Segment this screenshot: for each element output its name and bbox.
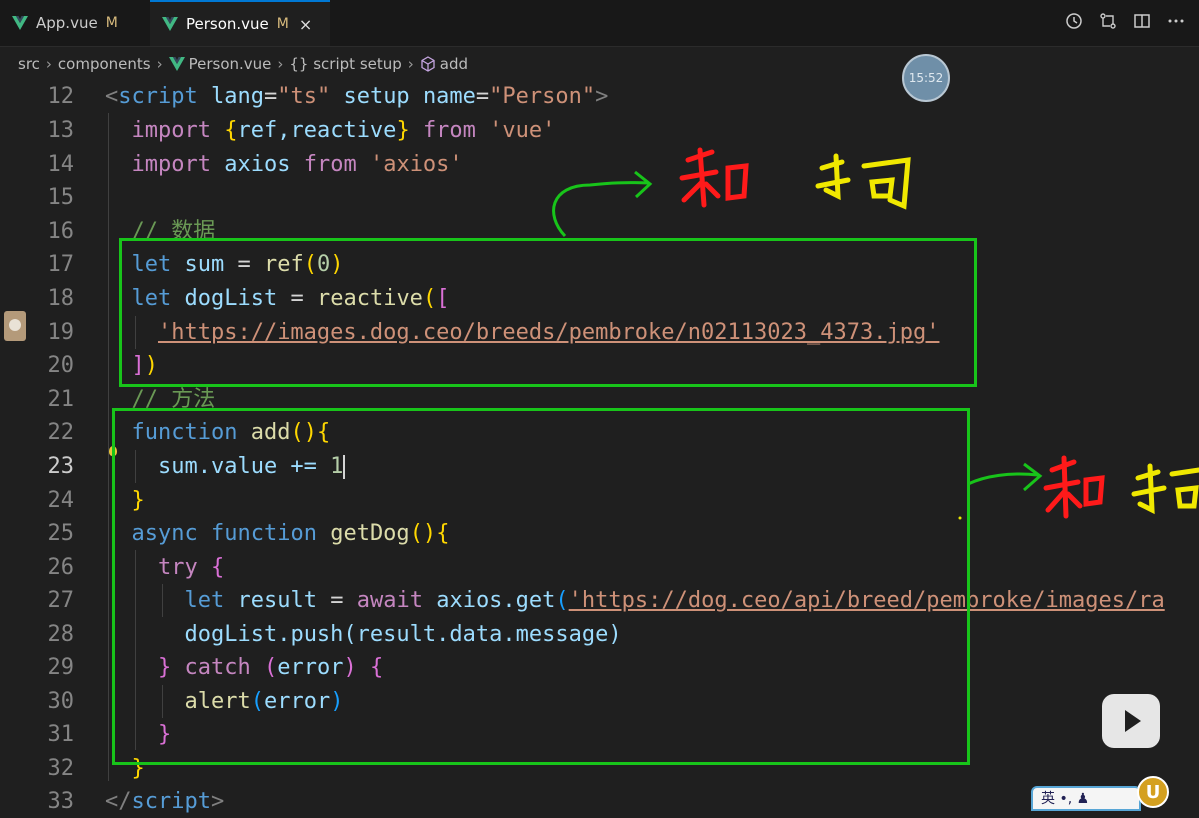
breadcrumb-item[interactable]: add bbox=[440, 55, 468, 73]
line-number: 20 bbox=[47, 353, 75, 378]
vue-file-icon bbox=[162, 17, 178, 31]
tab-label: Person.vue bbox=[186, 15, 269, 33]
chevron-right-icon: › bbox=[277, 54, 284, 73]
line-number: 26 bbox=[47, 555, 75, 580]
code-token: from bbox=[303, 152, 357, 177]
code-token: import bbox=[131, 118, 211, 143]
split-editor-icon[interactable] bbox=[1133, 12, 1151, 30]
code-token: ref,reactive bbox=[237, 118, 397, 143]
chevron-right-icon: › bbox=[407, 54, 414, 73]
line-number: 29 bbox=[47, 655, 75, 680]
code-line: 15 bbox=[0, 181, 1199, 214]
code-line: 13 import {ref,reactive} from 'vue' bbox=[0, 114, 1199, 147]
line-number: 13 bbox=[47, 118, 75, 143]
code-line: 12 <script lang="ts" setup name="Person"> bbox=[0, 80, 1199, 113]
line-number: 18 bbox=[47, 286, 75, 311]
code-token: import bbox=[131, 152, 211, 177]
line-number: 15 bbox=[47, 185, 75, 210]
tab-bar: App.vue M Person.vue M × bbox=[0, 0, 1199, 47]
method-cube-icon bbox=[421, 55, 435, 72]
code-token: 'vue' bbox=[489, 118, 556, 143]
line-number: 19 bbox=[47, 320, 75, 345]
code-token: "Person" bbox=[489, 84, 596, 109]
breadcrumb-item[interactable]: src bbox=[18, 55, 40, 73]
line-number: 33 bbox=[47, 789, 75, 814]
author-avatar bbox=[4, 311, 26, 341]
uploader-badge: U bbox=[1137, 776, 1169, 808]
line-number: 16 bbox=[47, 219, 75, 244]
breadcrumb: src › components › Person.vue › {} scrip… bbox=[0, 47, 1199, 80]
annotation-box-data bbox=[119, 238, 977, 387]
line-number: 30 bbox=[47, 689, 75, 714]
breadcrumb-item[interactable]: components bbox=[58, 55, 151, 73]
line-number: 31 bbox=[47, 722, 75, 747]
code-token: script bbox=[118, 84, 198, 109]
tab-app-vue[interactable]: App.vue M bbox=[0, 0, 150, 46]
breadcrumb-item[interactable]: Person.vue bbox=[189, 55, 272, 73]
line-number: 23 bbox=[47, 454, 75, 479]
line-number: 17 bbox=[47, 252, 75, 277]
chevron-right-icon: › bbox=[45, 54, 52, 73]
more-actions-icon[interactable] bbox=[1167, 12, 1185, 30]
code-token: lang bbox=[210, 84, 264, 109]
modified-indicator: M bbox=[105, 15, 118, 31]
annotation-box-methods bbox=[112, 408, 970, 765]
editor-actions bbox=[1065, 12, 1185, 30]
timeline-icon[interactable] bbox=[1065, 12, 1083, 30]
line-number: 21 bbox=[47, 387, 75, 412]
video-play-icon[interactable] bbox=[1102, 694, 1160, 748]
code-token: name bbox=[422, 84, 476, 109]
line-number: 28 bbox=[47, 622, 75, 647]
breadcrumb-item[interactable]: {} script setup bbox=[289, 55, 401, 73]
line-number: 14 bbox=[47, 152, 75, 177]
input-method-indicator[interactable]: 英 •, ♟ bbox=[1031, 786, 1141, 811]
line-number: 22 bbox=[47, 420, 75, 445]
line-number: 27 bbox=[47, 588, 75, 613]
code-token: axios bbox=[224, 152, 291, 177]
close-tab-icon[interactable]: × bbox=[299, 15, 312, 34]
code-line: 14 import axios from 'axios' bbox=[0, 148, 1199, 181]
code-token: setup bbox=[343, 84, 410, 109]
line-number: 25 bbox=[47, 521, 75, 546]
code-line: 33 </script> bbox=[0, 785, 1199, 818]
line-number: 24 bbox=[47, 488, 75, 513]
code-token: 'axios' bbox=[369, 152, 463, 177]
tab-person-vue[interactable]: Person.vue M × bbox=[150, 0, 330, 46]
vue-file-icon bbox=[12, 16, 28, 30]
code-token: "ts" bbox=[277, 84, 331, 109]
compare-changes-icon[interactable] bbox=[1099, 12, 1117, 30]
chevron-right-icon: › bbox=[156, 54, 163, 73]
code-token: from bbox=[422, 118, 476, 143]
tab-label: App.vue bbox=[36, 14, 98, 32]
code-token: script bbox=[131, 789, 211, 814]
line-number: 12 bbox=[47, 84, 75, 109]
line-number: 32 bbox=[47, 756, 75, 781]
vue-file-icon bbox=[168, 56, 185, 71]
modified-indicator: M bbox=[276, 16, 289, 32]
